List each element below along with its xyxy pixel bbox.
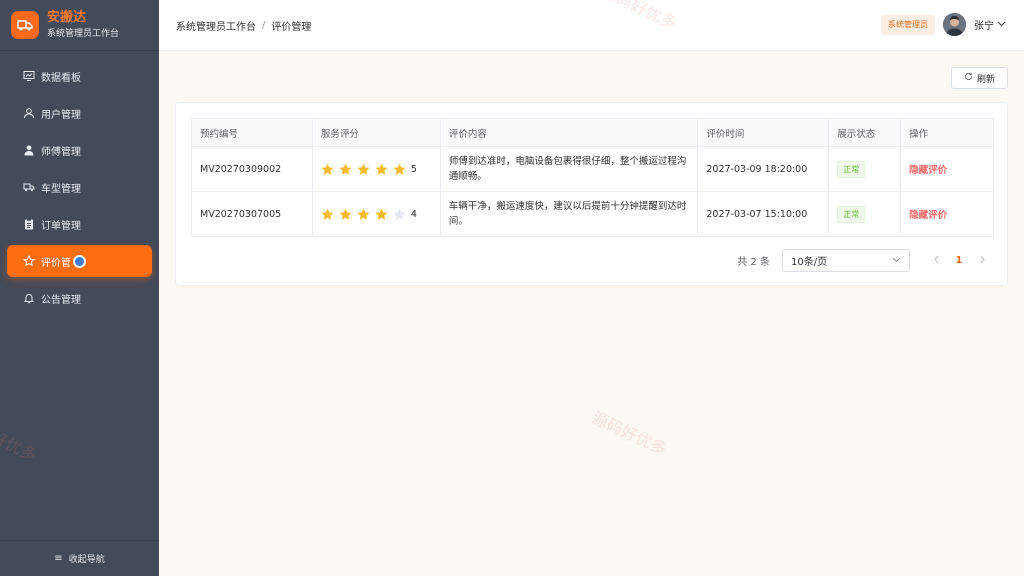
pagination: 共 2 条 10条/页 1 <box>737 249 992 272</box>
status-cell: 正常 <box>828 146 902 192</box>
column-header: 预约编号 <box>191 118 313 147</box>
star-filled-icon <box>321 208 334 220</box>
status-badge: 正常 <box>837 205 866 223</box>
next-page-button[interactable] <box>972 255 992 267</box>
sidebar-item-workers[interactable]: 师傅管理 <box>7 134 152 166</box>
star-filled-icon <box>357 208 370 220</box>
cursor-indicator <box>73 254 86 268</box>
star-filled-icon <box>393 163 406 175</box>
column-header: 操作 <box>900 118 994 147</box>
star-filled-icon <box>375 163 388 175</box>
refresh-button[interactable]: 刷新 <box>951 67 1008 89</box>
star-icon <box>23 255 35 267</box>
action-cell: 隐藏评价 <box>900 191 994 237</box>
sidebar-item-label: 师傅管理 <box>41 146 81 158</box>
hide-review-link[interactable]: 隐藏评价 <box>909 210 947 221</box>
star-rating: 5 <box>321 163 440 176</box>
page-number[interactable]: 1 <box>946 255 972 266</box>
worker-icon <box>23 144 35 156</box>
star-filled-icon <box>321 163 334 175</box>
clipboard-icon <box>23 218 35 230</box>
role-badge: 系统管理员 <box>881 14 935 35</box>
table-row: MV20270309002 5 师傅到达准时，电脑设备包裹得很仔细，整个搬运过程… <box>191 146 994 192</box>
review-time: 2027-03-07 15:10:00 <box>697 191 830 237</box>
dashboard-icon <box>23 70 35 82</box>
sidebar-item-reviews[interactable]: 评价管 <box>7 245 152 277</box>
table-header-row: 预约编号 服务评分 评价内容 评价时间 展示状态 操作 <box>191 118 994 147</box>
review-time: 2027-03-09 18:20:00 <box>697 146 830 192</box>
breadcrumb-separator: / <box>262 19 266 31</box>
brand-name: 安搬达 <box>47 9 87 25</box>
sidebar-item-label: 评价管 <box>41 257 71 269</box>
sidebar-item-vehicles[interactable]: 车型管理 <box>7 171 152 203</box>
reviews-card: 预约编号 服务评分 评价内容 评价时间 展示状态 操作 MV2027030900… <box>175 102 1008 286</box>
review-content: 师傅到达准时，电脑设备包裹得很仔细，整个搬运过程沟通顺畅。 <box>439 146 699 192</box>
sidebar-item-label: 车型管理 <box>41 183 81 195</box>
truck-icon <box>23 181 35 193</box>
star-filled-icon <box>357 163 370 175</box>
breadcrumb-item-current: 评价管理 <box>271 21 312 33</box>
collapse-nav-label: 收起导航 <box>68 555 105 565</box>
column-header: 服务评分 <box>311 118 441 147</box>
column-header: 评价内容 <box>439 118 699 147</box>
star-filled-icon <box>339 163 352 175</box>
column-header: 评价时间 <box>697 118 830 147</box>
brand: 安搬达 系统管理员工作台 <box>0 0 159 51</box>
sidebar-item-users[interactable]: 用户管理 <box>7 97 152 129</box>
sidebar-item-orders[interactable]: 订单管理 <box>7 208 152 240</box>
booking-id: MV20270309002 <box>191 146 313 192</box>
booking-id: MV20270307005 <box>191 191 313 237</box>
refresh-icon <box>964 72 973 84</box>
column-header: 展示状态 <box>828 118 902 147</box>
sidebar: 安搬达 系统管理员工作台 数据看板 用户管理 师傅管理 车型管理 订单管理 评价… <box>0 0 159 576</box>
menu-lines-icon: ≡ <box>54 553 63 564</box>
page-size-value: 10条/页 <box>791 257 828 268</box>
watermark: 源码好优多 <box>589 407 670 459</box>
star-empty-icon <box>393 208 406 220</box>
rating-value: 4 <box>410 208 417 220</box>
header-user-area: 系统管理员 张宁 <box>881 13 1006 36</box>
collapse-nav-button[interactable]: ≡ 收起导航 <box>0 540 159 576</box>
page-size-select[interactable]: 10条/页 <box>782 249 910 272</box>
truck-logo-icon <box>11 11 39 39</box>
brand-subtitle: 系统管理员工作台 <box>47 28 120 39</box>
avatar[interactable] <box>943 13 966 36</box>
user-icon <box>23 107 35 119</box>
action-cell: 隐藏评价 <box>900 146 994 192</box>
review-content: 车辆干净，搬运速度快，建议以后提前十分钟提醒到达时间。 <box>439 191 699 237</box>
sidebar-item-label: 订单管理 <box>41 220 81 232</box>
star-filled-icon <box>375 208 388 220</box>
sidebar-item-announcements[interactable]: 公告管理 <box>7 282 152 314</box>
breadcrumb-item-home[interactable]: 系统管理员工作台 <box>176 18 256 33</box>
chevron-down-icon[interactable] <box>997 20 1006 29</box>
bell-icon <box>23 292 35 304</box>
rating-cell: 5 <box>311 146 441 192</box>
sidebar-item-label: 用户管理 <box>41 109 81 121</box>
reviews-table: 预约编号 服务评分 评价内容 评价时间 展示状态 操作 MV2027030900… <box>191 118 994 237</box>
hide-review-link[interactable]: 隐藏评价 <box>909 165 947 176</box>
user-name[interactable]: 张宁 <box>974 17 994 32</box>
rating-cell: 4 <box>311 191 441 237</box>
chevron-down-icon <box>892 256 901 266</box>
table-row: MV20270307005 4 车辆干净，搬运速度快，建议以后提前十分钟提醒到达… <box>191 191 994 237</box>
top-header: 系统管理员工作台 / 评价管理 系统管理员 张宁 <box>159 0 1024 51</box>
sidebar-item-label: 数据看板 <box>41 72 81 84</box>
pagination-total: 共 2 条 <box>737 257 770 268</box>
status-badge: 正常 <box>837 160 866 178</box>
rating-value: 5 <box>410 163 417 175</box>
sidebar-item-dashboard[interactable]: 数据看板 <box>7 60 152 92</box>
sidebar-item-label: 公告管理 <box>41 294 81 306</box>
status-cell: 正常 <box>828 191 902 237</box>
star-rating: 4 <box>321 208 440 221</box>
refresh-label: 刷新 <box>976 74 995 85</box>
breadcrumb: 系统管理员工作台 / 评价管理 <box>176 18 311 33</box>
prev-page-button[interactable] <box>926 255 946 267</box>
star-filled-icon <box>339 208 352 220</box>
sidebar-menu: 数据看板 用户管理 师傅管理 车型管理 订单管理 评价管 公告管理 <box>0 60 159 314</box>
